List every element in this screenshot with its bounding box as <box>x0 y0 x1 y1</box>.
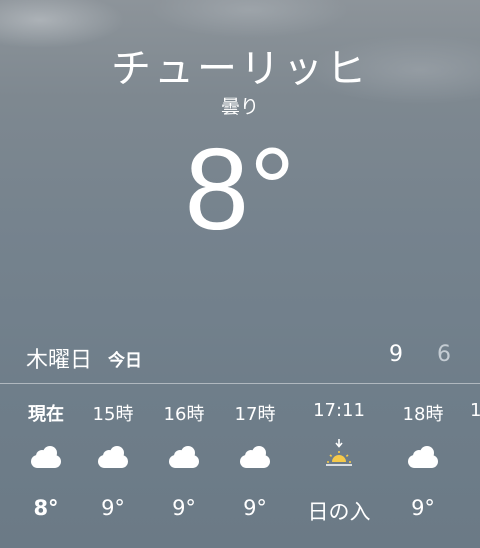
weekday-label: 木曜日 <box>26 348 93 373</box>
cloud-icon <box>240 446 270 468</box>
hour-label: 16時 <box>163 404 205 425</box>
hour-temperature: 9° <box>101 496 125 520</box>
cloud-icon <box>169 446 199 468</box>
cloud-icon <box>408 446 438 468</box>
hour-label-partial: 1 <box>470 400 480 421</box>
hour-temperature: 9° <box>243 496 267 520</box>
high-temperature: 9 <box>389 342 403 367</box>
hourly-item: 18時 9° <box>383 388 463 548</box>
sunset-icon <box>324 439 354 468</box>
hourly-item: 17時 9° <box>215 388 295 548</box>
current-temperature: 8° <box>184 124 296 254</box>
hourly-item: 16時 9° <box>144 388 224 548</box>
cloud-icon <box>31 446 61 468</box>
hourly-forecast[interactable]: 現在 8° 15時 9° 16時 9° 17時 9° 17:11 日の入 18時… <box>0 388 480 548</box>
low-temperature: 6 <box>437 342 451 367</box>
hour-label: 17:11 <box>313 400 365 421</box>
weather-condition: 曇り <box>220 96 259 118</box>
hourly-item: 15時 9° <box>73 388 153 548</box>
hour-label: 17時 <box>234 404 276 425</box>
cloud-icon <box>98 446 128 468</box>
hour-temperature: 9° <box>411 496 435 520</box>
hour-label: 15時 <box>92 404 134 425</box>
city-name: チューリッヒ <box>111 46 369 92</box>
today-label: 今日 <box>108 351 142 371</box>
hour-label: 18時 <box>402 404 444 425</box>
hour-temperature: 9° <box>172 496 196 520</box>
hour-temperature: 日の入 <box>307 500 371 524</box>
today-summary-row: 木曜日 今日 9 6 <box>0 336 480 376</box>
divider <box>0 383 480 384</box>
hourly-item: 17:11 日の入 <box>299 388 379 548</box>
